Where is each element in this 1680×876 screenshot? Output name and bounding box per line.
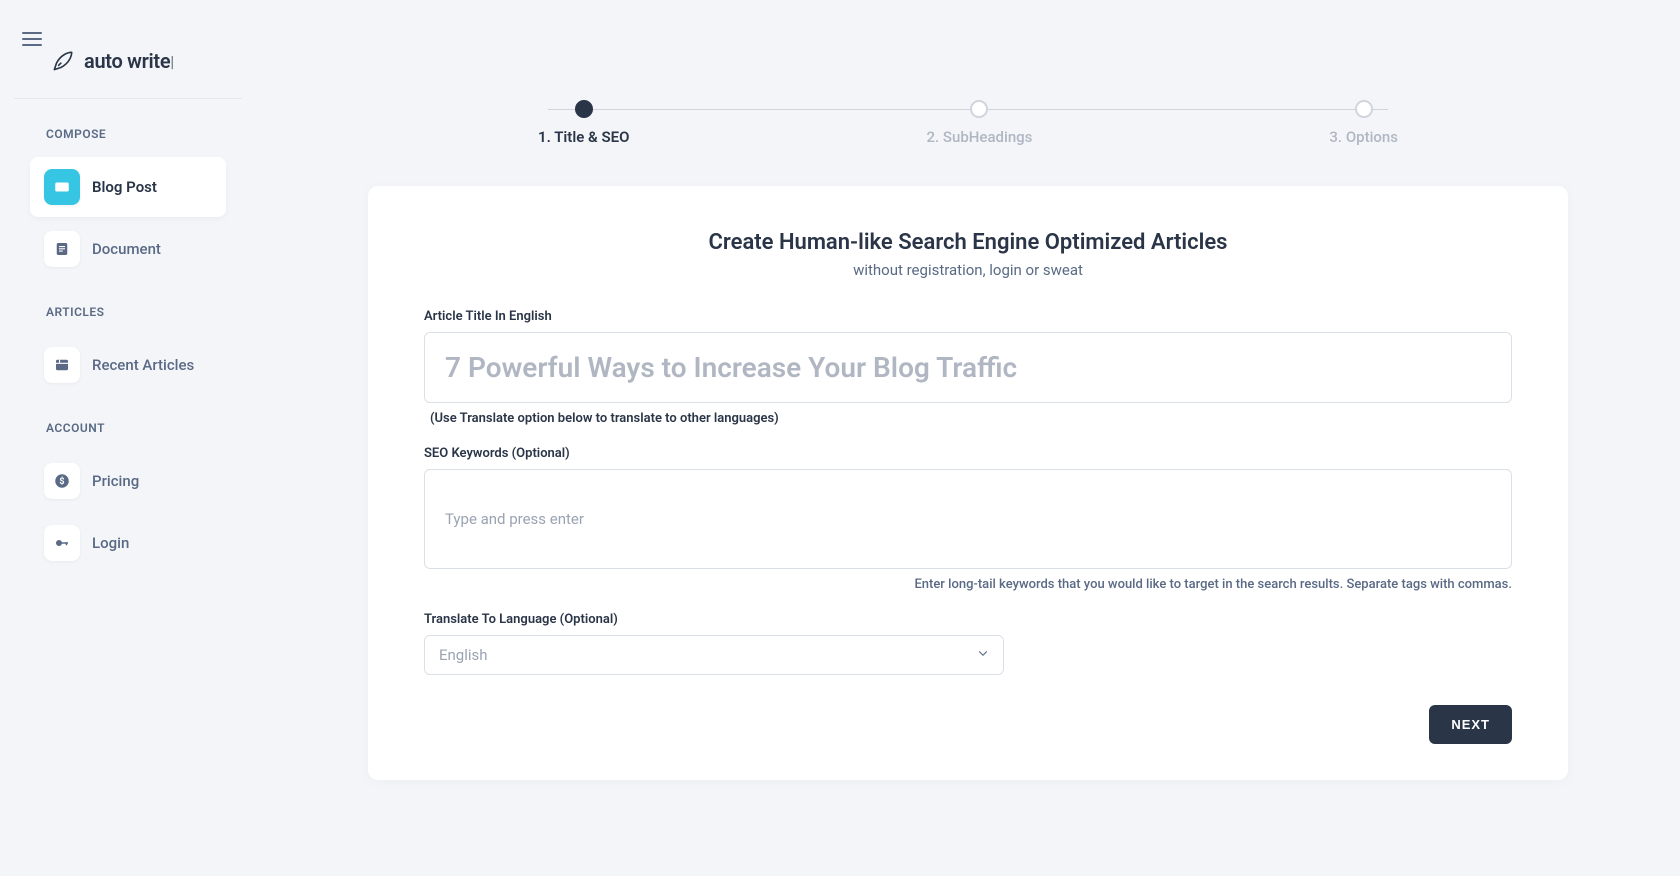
translate-language-select[interactable]: English [424,635,1004,675]
seo-keywords-input[interactable] [424,469,1512,569]
sidebar-item-document[interactable]: Document [30,219,226,279]
nav-section-account: ACCOUNT [14,411,242,449]
sidebar-item-label: Document [92,240,161,258]
next-button[interactable]: NEXT [1429,705,1512,744]
logo-cursor: | [170,52,174,71]
sidebar-item-login[interactable]: Login [30,513,226,573]
step-title-seo[interactable]: 1. Title & SEO [538,100,629,146]
feather-icon [50,48,76,74]
sidebar-item-label: Blog Post [92,178,157,196]
svg-text:$: $ [59,476,64,487]
stepper: 1. Title & SEO 2. SubHeadings 3. Options [538,100,1398,146]
sidebar-item-pricing[interactable]: $ Pricing [30,451,226,511]
card-title: Create Human-like Search Engine Optimize… [424,230,1512,255]
nav-section-compose: COMPOSE [14,117,242,155]
step-label: 1. Title & SEO [538,128,629,146]
sidebar-item-label: Login [92,534,129,552]
step-subheadings[interactable]: 2. SubHeadings [927,100,1033,146]
sidebar-item-recent-articles[interactable]: Recent Articles [30,335,226,395]
main-content: 1. Title & SEO 2. SubHeadings 3. Options… [256,0,1680,876]
sidebar-item-label: Recent Articles [92,356,194,374]
hamburger-menu-button[interactable] [22,28,42,50]
seo-keywords-label: SEO Keywords (Optional) [424,446,1512,461]
logo-text: auto write [84,49,170,73]
key-icon [44,525,80,561]
sidebar: auto write | COMPOSE Blog Post Document … [0,0,256,876]
dollar-icon: $ [44,463,80,499]
sidebar-item-label: Pricing [92,472,139,490]
recent-icon [44,347,80,383]
step-label: 2. SubHeadings [927,128,1033,146]
document-icon [44,231,80,267]
step-options[interactable]: 3. Options [1329,100,1398,146]
translate-label: Translate To Language (Optional) [424,612,1512,627]
article-title-input[interactable] [424,332,1512,403]
seo-keywords-hint: Enter long-tail keywords that you would … [424,577,1512,592]
step-label: 3. Options [1329,128,1398,146]
card-subtitle: without registration, login or sweat [424,261,1512,279]
logo[interactable]: auto write | [14,30,242,99]
post-icon [44,169,80,205]
article-title-label: Article Title In English [424,309,1512,324]
sidebar-item-blog-post[interactable]: Blog Post [30,157,226,217]
form-card: Create Human-like Search Engine Optimize… [368,186,1568,780]
nav-section-articles: ARTICLES [14,295,242,333]
article-title-hint: (Use Translate option below to translate… [424,411,1512,426]
